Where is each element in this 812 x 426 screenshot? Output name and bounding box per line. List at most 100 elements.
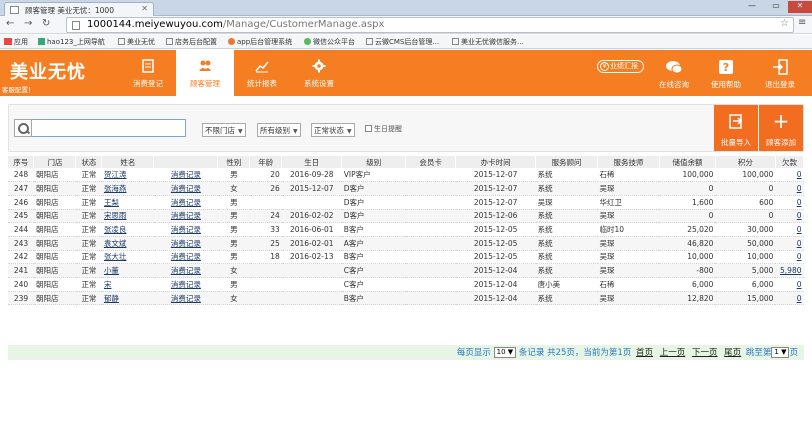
menu-icon[interactable]: ≡ bbox=[798, 17, 806, 28]
bookmark-wechat-service[interactable]: 美业无忧微信服务... bbox=[452, 37, 524, 47]
table-cell: B客户 bbox=[341, 291, 406, 306]
url-input[interactable]: 1000144.meiyewuyou.com/Manage/CustomerMa… bbox=[66, 17, 794, 33]
customer-name-link[interactable]: 张大壮 bbox=[104, 252, 127, 261]
column-header: 欠款 bbox=[775, 156, 805, 168]
maximize-icon[interactable]: ▭ bbox=[764, 1, 788, 13]
nav-label: 顾客管理 bbox=[190, 79, 220, 88]
search-input[interactable] bbox=[35, 120, 185, 136]
bookmark-favicon-icon bbox=[366, 38, 373, 45]
customer-name-link[interactable]: 郁静 bbox=[104, 294, 119, 303]
online-chat-button[interactable]: 在线咨询 bbox=[652, 50, 696, 96]
debt-link[interactable]: 0 bbox=[797, 211, 802, 220]
store-select[interactable]: 不限门店 ▼ bbox=[202, 123, 246, 137]
table-cell: 正常 bbox=[75, 291, 102, 306]
table-cell: 0 bbox=[775, 181, 804, 196]
consume-record-link[interactable]: 消费记录 bbox=[171, 170, 201, 179]
logout-icon bbox=[773, 59, 788, 75]
first-page-link[interactable]: 首页 bbox=[636, 348, 653, 358]
window-close-icon[interactable]: ✕ bbox=[788, 1, 812, 13]
birthday-reminder-checkbox[interactable]: 生日提醒 bbox=[365, 124, 402, 134]
debt-link[interactable]: 0 bbox=[797, 170, 802, 179]
column-header: 办卡时间 bbox=[455, 156, 537, 168]
prev-page-link[interactable]: 上一页 bbox=[660, 348, 686, 358]
table-cell: 消费记录 bbox=[153, 168, 218, 183]
reload-icon[interactable]: ↻ bbox=[42, 18, 50, 29]
customer-name-link[interactable]: 宋思雨 bbox=[104, 211, 127, 220]
customer-name-link[interactable]: 袁文斌 bbox=[104, 239, 127, 248]
consume-record-link[interactable]: 消费记录 bbox=[171, 184, 201, 193]
consume-record-link[interactable]: 消费记录 bbox=[171, 239, 201, 248]
bookmark-meiye[interactable]: 美业无忧 bbox=[118, 37, 155, 47]
page-summary: 共25页，当前为第1页 bbox=[547, 348, 632, 358]
nav-reports[interactable]: 统计报表 bbox=[233, 50, 291, 96]
debt-link[interactable]: 0 bbox=[797, 198, 802, 207]
batch-import-button[interactable]: 批量导入 bbox=[714, 105, 758, 151]
bookmark-hao123[interactable]: hao123_上网导航 bbox=[38, 37, 105, 47]
consume-record-link[interactable]: 消费记录 bbox=[171, 280, 201, 289]
table-cell: 朝阳店 bbox=[33, 181, 76, 196]
table-header: 序号 门店 状态 姓名 性别 年龄 生日 级别 会员卡 办卡时间 服务顾问 服务技师 储值余额 积分 欠款 bbox=[8, 156, 805, 168]
customer-name-link[interactable]: 张凌良 bbox=[104, 225, 127, 234]
bookmark-app-admin[interactable]: app后台管理系统 bbox=[228, 37, 292, 47]
next-page-link[interactable]: 下一页 bbox=[692, 348, 718, 358]
column-header: 储值余额 bbox=[659, 156, 716, 168]
minimize-icon[interactable]: — bbox=[740, 1, 764, 13]
jump-page-select[interactable]: 1 ▼ bbox=[771, 347, 790, 358]
consume-record-link[interactable]: 消费记录 bbox=[171, 198, 201, 207]
bookmark-apps[interactable]: 应用 bbox=[4, 37, 28, 47]
bookmark-wechat[interactable]: 微信公众平台 bbox=[304, 37, 355, 47]
consume-record-link[interactable]: 消费记录 bbox=[171, 252, 201, 261]
customer-name-link[interactable]: 小董 bbox=[104, 266, 119, 275]
status-select[interactable]: 正常状态 ▼ bbox=[311, 123, 355, 137]
import-icon bbox=[729, 114, 743, 129]
debt-link[interactable]: 0 bbox=[797, 252, 802, 261]
search-icon[interactable] bbox=[14, 119, 32, 137]
customer-name-link[interactable]: 王梨 bbox=[104, 198, 119, 207]
table-cell: 100,000 bbox=[715, 168, 776, 183]
table-cell: 246 bbox=[8, 195, 34, 210]
table-cell: 正常 bbox=[75, 195, 102, 210]
table-cell: 244 bbox=[8, 222, 34, 237]
table-cell: 郁静 bbox=[101, 291, 154, 306]
performance-report-button[interactable]: ¥ 业绩汇报 bbox=[597, 60, 644, 73]
table-cell: 消费记录 bbox=[153, 250, 218, 265]
nav-consume[interactable]: 消费登记 bbox=[119, 50, 177, 96]
back-icon[interactable]: ← bbox=[6, 18, 14, 29]
consume-record-link[interactable]: 消费记录 bbox=[171, 225, 201, 234]
help-button[interactable]: ? 使用帮助 bbox=[704, 50, 748, 96]
bookmark-star-icon[interactable]: ☆ bbox=[780, 18, 789, 29]
last-page-link[interactable]: 尾页 bbox=[724, 348, 741, 358]
level-select[interactable]: 所有级别 ▼ bbox=[257, 123, 301, 137]
debt-link[interactable]: 5,980 bbox=[780, 266, 801, 275]
consume-record-link[interactable]: 消费记录 bbox=[171, 266, 201, 275]
table-cell: 消费记录 bbox=[153, 291, 218, 306]
table-cell bbox=[405, 291, 456, 306]
table-cell: 600 bbox=[715, 195, 776, 210]
consume-record-link[interactable]: 消费记录 bbox=[171, 294, 201, 303]
logout-button[interactable]: 退出登录 bbox=[758, 50, 802, 96]
table-cell: 0 bbox=[775, 291, 804, 306]
bookmark-store-config[interactable]: 店务后台配置 bbox=[166, 37, 217, 47]
debt-link[interactable]: 0 bbox=[797, 184, 802, 193]
customer-name-link[interactable]: 宋 bbox=[104, 280, 112, 289]
browser-tab[interactable]: 顾客管理 美业无忧：1000 ✕ bbox=[4, 2, 154, 16]
debt-link[interactable]: 0 bbox=[797, 280, 802, 289]
bookmark-cms[interactable]: 云微CMS后台管理... bbox=[366, 37, 439, 47]
customer-name-link[interactable]: 贺江涛 bbox=[104, 170, 127, 179]
table-cell: 33 bbox=[249, 222, 282, 237]
help-icon: ? bbox=[719, 60, 733, 74]
table-cell: 吴琛 bbox=[597, 236, 660, 251]
customer-name-link[interactable]: 张海燕 bbox=[104, 184, 127, 193]
debt-link[interactable]: 0 bbox=[797, 225, 802, 234]
debt-link[interactable]: 0 bbox=[797, 294, 802, 303]
tab-close-icon[interactable]: ✕ bbox=[141, 4, 148, 13]
consume-record-link[interactable]: 消费记录 bbox=[171, 211, 201, 220]
add-customer-button[interactable]: + 顾客添加 bbox=[759, 105, 803, 151]
nav-settings[interactable]: 系统设置 bbox=[290, 50, 348, 96]
table-cell: C客户 bbox=[341, 263, 406, 278]
forward-icon[interactable]: → bbox=[24, 18, 32, 29]
jump-suffix: 页 bbox=[789, 348, 798, 358]
per-page-select[interactable]: 10 ▼ bbox=[493, 347, 517, 358]
nav-customers[interactable]: 顾客管理 bbox=[176, 50, 234, 96]
debt-link[interactable]: 0 bbox=[797, 239, 802, 248]
